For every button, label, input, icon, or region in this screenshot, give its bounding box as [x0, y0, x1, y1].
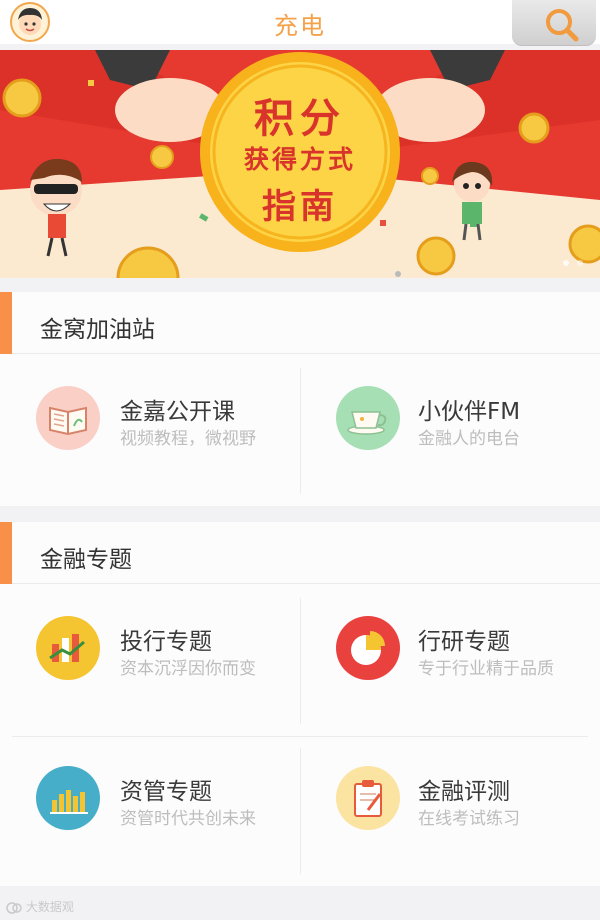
menu-item-title: 投行专题 [120, 629, 212, 655]
top-bar: 充电 [0, 0, 600, 46]
menu-item-industry-research[interactable]: 行研专题 专于行业精于品质 [300, 584, 600, 734]
menu-item-subtitle: 资本沉浮因你而变 [120, 659, 256, 679]
watermark-text: 大数据观 [25, 900, 74, 914]
promo-banner[interactable]: 积分 获得方式 指南 [0, 50, 600, 278]
page-title: 充电 [274, 12, 326, 40]
menu-item-subtitle: 资管时代共创未来 [120, 809, 256, 829]
menu-item-subtitle: 在线考试练习 [418, 809, 520, 829]
menu-item-fm[interactable]: 小伙伴FM 金融人的电台 [300, 354, 600, 504]
menu-item-title: 行研专题 [418, 629, 510, 655]
menu-item-subtitle: 专于行业精于品质 [418, 659, 554, 679]
teacup-icon [336, 386, 400, 450]
column-chart-icon [36, 766, 100, 830]
section-header: 金窝加油站 [0, 292, 600, 354]
section-accent-bar [0, 522, 12, 584]
banner-caption: 指南 [262, 187, 338, 227]
watermark: 大数据观 [6, 898, 74, 915]
banner-title: 积分 [254, 96, 346, 142]
section-finance-topics: 金融专题 投行专题 资本沉浮因你而变 行研专题 专于行业精于品质 资管专题 资管… [0, 522, 600, 886]
menu-item-investment-banking[interactable]: 投行专题 资本沉浮因你而变 [0, 584, 300, 734]
book-icon [36, 386, 100, 450]
section-title: 金窝加油站 [40, 317, 155, 343]
banner-subtitle: 获得方式 [243, 145, 356, 174]
section-accent-bar [0, 292, 12, 354]
menu-item-title: 金嘉公开课 [120, 399, 235, 425]
menu-item-finance-assessment[interactable]: 金融评测 在线考试练习 [300, 734, 600, 884]
bar-chart-icon [36, 616, 100, 680]
menu-item-title: 资管专题 [120, 779, 212, 805]
clipboard-icon [336, 766, 400, 830]
section-title: 金融专题 [40, 547, 132, 573]
menu-item-title: 金融评测 [418, 779, 510, 805]
menu-item-subtitle: 金融人的电台 [418, 429, 520, 449]
search-button[interactable] [512, 0, 596, 46]
menu-item-asset-management[interactable]: 资管专题 资管时代共创未来 [0, 734, 300, 884]
menu-item-title: 小伙伴FM [418, 399, 521, 425]
menu-item-subtitle: 视频教程，微视野 [120, 429, 256, 449]
section-header: 金融专题 [0, 522, 600, 584]
search-icon [546, 9, 579, 42]
app: 充电 积分 获得方式 指南 金窝加油站 金嘉公开课 视频教程，微视野 小伙伴FM… [0, 0, 600, 920]
watermark-logo-icon [6, 901, 22, 914]
section-jinwo: 金窝加油站 金嘉公开课 视频教程，微视野 小伙伴FM 金融人的电台 [0, 292, 600, 506]
pie-chart-icon [336, 616, 400, 680]
menu-item-public-course[interactable]: 金嘉公开课 视频教程，微视野 [0, 354, 300, 504]
